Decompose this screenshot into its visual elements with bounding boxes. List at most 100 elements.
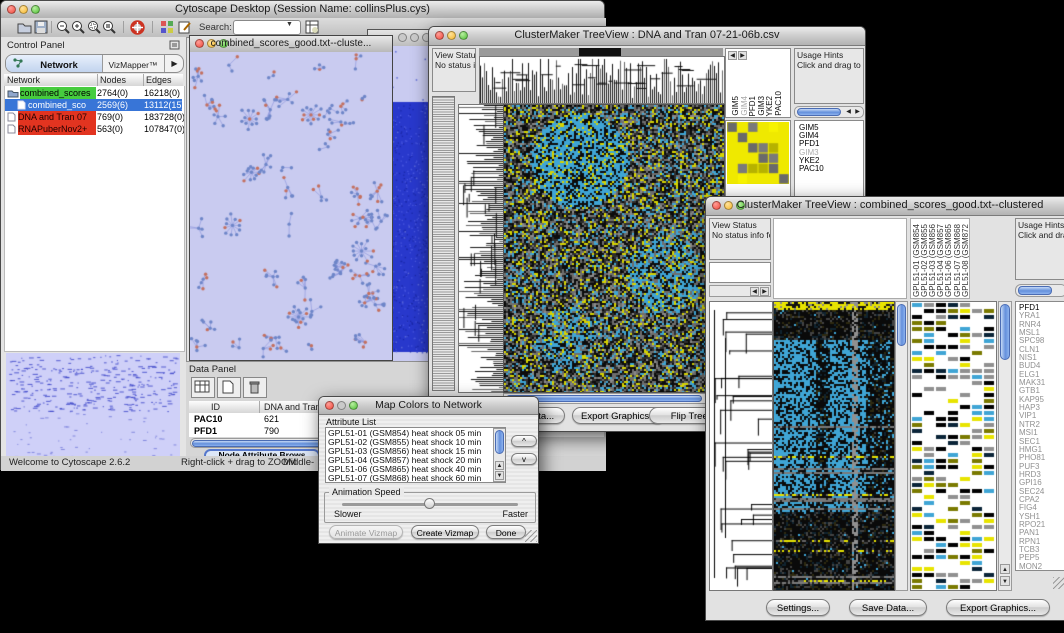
vscroll-thumb[interactable] (495, 430, 504, 454)
scroll-right-icon[interactable]: ▶ (738, 51, 747, 60)
network-overview-canvas[interactable] (6, 353, 180, 461)
resize-grip[interactable] (1053, 577, 1064, 589)
treeview2-row-dendrogram-canvas[interactable] (709, 301, 773, 591)
network-view-titlebar[interactable]: combined_scores_good.txt--cluste... (190, 36, 392, 53)
row-label[interactable]: MON2 (1019, 563, 1064, 571)
vizmapper-icon[interactable] (160, 20, 174, 34)
treeview1-global-view[interactable] (432, 96, 455, 391)
save-icon[interactable] (34, 20, 48, 34)
scroll-right-icon[interactable]: ▶ (760, 287, 769, 296)
network-row-rnapuber[interactable]: RNAPuberNov2+ 563(0) 107847(0) (5, 123, 182, 135)
col-nodes[interactable]: Nodes (97, 74, 143, 86)
scroll-down-icon[interactable]: ▼ (1000, 576, 1010, 586)
scroll-up-icon[interactable]: ▲ (495, 461, 504, 470)
dialog-titlebar[interactable]: Map Colors to Network (319, 397, 538, 415)
close-icon[interactable] (398, 33, 407, 42)
file-icon (17, 100, 26, 110)
dialog-title: Map Colors to Network (319, 399, 538, 411)
tab-vizmapper[interactable]: VizMapper™ (102, 55, 164, 72)
float-panel-icon[interactable] (169, 40, 180, 50)
attribute-list-vscrollbar[interactable]: ▲ ▼ (493, 428, 506, 482)
animate-vizmap-button[interactable]: Animate Vizmap (329, 525, 403, 539)
tree1-row-labels: GIM5GIM4PFD1GIM3YKE2PAC10 (799, 124, 861, 173)
usage-hints-title: Usage Hints (1018, 220, 1064, 230)
zoom-selected-icon[interactable] (87, 20, 101, 34)
network-icon (13, 58, 23, 68)
treeview1-heatmap-canvas[interactable] (503, 104, 725, 393)
scroll-right-icon[interactable]: ▶ (853, 108, 862, 117)
col-id[interactable]: ID (211, 401, 251, 413)
search-dropdown-arrow-icon[interactable]: ▼ (286, 21, 293, 28)
new-attr-button[interactable] (217, 377, 241, 398)
network-nodes: 769(0) (97, 111, 141, 123)
lifesaver-icon[interactable] (130, 20, 145, 35)
main-window-title: Cytoscape Desktop (Session Name: collins… (1, 3, 604, 15)
treeview2-label-hscrollbar[interactable] (1015, 284, 1064, 297)
treeview2-detail-header: GPL51-01 (GSM854GPL51-02 (GSM855GPL51-03… (910, 218, 970, 299)
network-name: combined_sco (28, 99, 96, 111)
settings-button[interactable]: Settings... (766, 599, 830, 616)
attr-select-button[interactable] (191, 377, 215, 398)
scroll-left-icon[interactable]: ◀ (844, 108, 853, 117)
scroll-left-icon[interactable]: ◀ (728, 51, 737, 60)
data-row-id[interactable]: PFD1 (194, 425, 249, 437)
create-vizmap-button[interactable]: Create Vizmap (411, 525, 479, 539)
network-row-dna-tran[interactable]: DNA and Tran 07 769(0) 183728(0) (5, 111, 182, 123)
done-button[interactable]: Done (486, 525, 526, 539)
open-folder-icon[interactable] (17, 20, 32, 34)
treeview2-vscrollbar2[interactable]: ▲ ▼ (998, 301, 1012, 591)
treeview2-vscrollbar1[interactable] (895, 301, 908, 591)
scroll-down-icon[interactable]: ▼ (495, 471, 504, 480)
column-label[interactable]: PAC10 (775, 91, 783, 116)
scroll-left-icon[interactable]: ◀ (750, 287, 759, 296)
attribute-list-item[interactable]: GPL51-07 (GSM868) heat shock 60 min (326, 474, 492, 483)
treeview1-column-dendrogram-canvas[interactable] (479, 56, 725, 104)
treeview1-mini-heatmap-canvas[interactable] (727, 122, 789, 184)
treeview1-label-hscrollbar[interactable]: ◀ ▶ (794, 106, 864, 118)
col-network[interactable]: Network (7, 74, 93, 86)
treeview2-titlebar[interactable]: ClusterMaker TreeView : combined_scores_… (706, 197, 1064, 216)
animation-speed-slider[interactable] (342, 503, 518, 506)
network-graph-canvas[interactable] (190, 52, 392, 360)
minimize-icon[interactable] (410, 33, 419, 42)
tab-network[interactable]: Network (6, 55, 103, 72)
resize-grip[interactable] (525, 530, 537, 542)
data-row-id[interactable]: PAC10 (194, 413, 249, 425)
treeview1-titlebar[interactable]: ClusterMaker TreeView : DNA and Tran 07-… (429, 27, 865, 46)
move-up-button[interactable]: ^ (511, 435, 537, 447)
vscroll-thumb[interactable] (1000, 304, 1010, 360)
delete-attr-button[interactable] (243, 377, 267, 398)
table-import-icon[interactable] (305, 20, 319, 34)
row-label[interactable]: PAC10 (799, 165, 861, 173)
column-label[interactable]: PFD1 (749, 96, 757, 116)
hscroll-thumb[interactable] (797, 108, 841, 116)
export-graphics-button[interactable]: Export Graphics... (946, 599, 1050, 616)
col-edges[interactable]: Edges (143, 74, 188, 86)
treeview1-row-dendrogram-canvas[interactable] (458, 104, 505, 393)
attribute-list: GPL51-01 (GSM854) heat shock 05 minGPL51… (326, 429, 492, 482)
zoom-in-icon[interactable] (71, 20, 85, 34)
status-center: Right-click + drag to ZOOM (181, 457, 296, 468)
status-left: Welcome to Cytoscape 2.6.2 (9, 457, 130, 468)
treeview2-row-label-panel: PFD1YRA1RNR4MSL1SPC98CLN1NIS1BUD4ELG1MAK… (1015, 301, 1064, 571)
search-label: Search: (199, 22, 232, 33)
hscroll-thumb[interactable] (1018, 286, 1052, 295)
save-data-button[interactable]: Save Data... (849, 599, 927, 616)
treeview2-heatmap-canvas[interactable] (773, 301, 895, 591)
treeview2-left-hscrollbar[interactable]: ◀ ▶ (709, 285, 771, 297)
column-label[interactable]: GPL51-08 (GSM872 (962, 224, 970, 297)
tab-overflow-arrow-icon[interactable]: ▶ (164, 55, 184, 72)
zoom-out-icon[interactable] (56, 20, 70, 34)
scroll-up-icon[interactable]: ▲ (1000, 564, 1010, 574)
column-label[interactable]: GIM5 (732, 96, 740, 116)
view-status-title: View Status (435, 50, 473, 60)
network-row-combined-scores[interactable]: combined_scores 2764(0) 16218(0) (5, 87, 182, 99)
annotation-icon[interactable] (178, 20, 192, 34)
network-row-combined-sco[interactable]: combined_sco 2569(6) 13112(15) (5, 99, 182, 111)
slider-thumb[interactable] (424, 498, 435, 509)
vscroll-thumb[interactable] (897, 304, 906, 346)
zoom-fit-icon[interactable] (102, 20, 116, 34)
main-titlebar[interactable]: Cytoscape Desktop (Session Name: collins… (1, 1, 604, 19)
treeview2-detail-canvas[interactable] (910, 301, 997, 591)
move-down-button[interactable]: v (511, 453, 537, 465)
